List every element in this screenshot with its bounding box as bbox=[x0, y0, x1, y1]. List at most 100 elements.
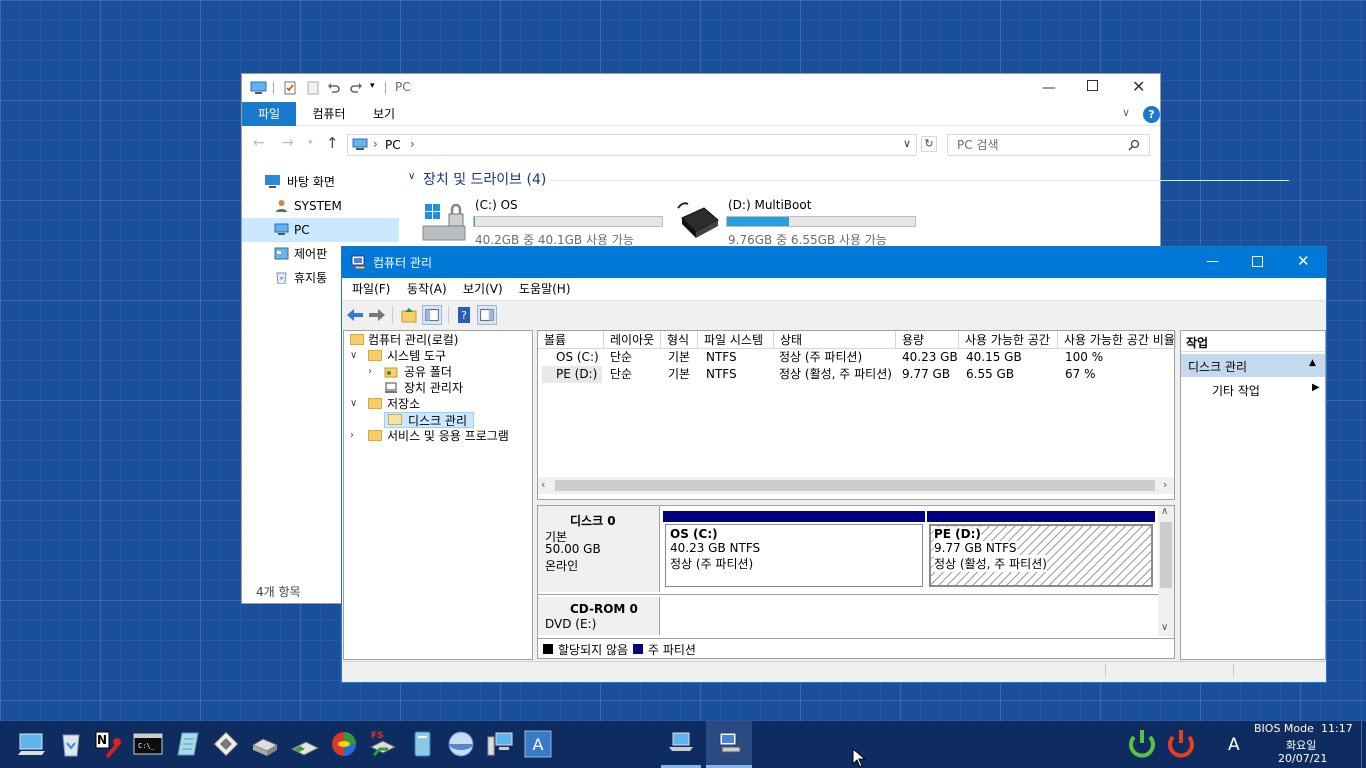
input-method-indicator[interactable]: A bbox=[1228, 735, 1240, 755]
column-header[interactable]: 용량 bbox=[896, 331, 959, 349]
this-pc-icon[interactable] bbox=[17, 729, 47, 759]
scroll-right-icon[interactable]: › bbox=[1163, 478, 1167, 491]
menu-file[interactable]: 파일(F) bbox=[352, 278, 390, 300]
menu-view[interactable]: 보기(V) bbox=[463, 278, 503, 300]
undo-icon[interactable] bbox=[327, 81, 341, 95]
file-sync-icon[interactable]: FS bbox=[368, 729, 398, 759]
clock[interactable]: BIOS Mode 11:17 화요일 20/07/21 bbox=[1248, 722, 1360, 767]
table-row[interactable]: OS (C:) 단순 기본 NTFS 정상 (주 파티션) 40.23 GB 4… bbox=[538, 349, 1174, 366]
section-collapse-icon[interactable]: ∨ bbox=[408, 171, 415, 182]
taskbar-computer-management[interactable] bbox=[706, 721, 752, 768]
table-row[interactable]: PE (D:) 단순 기본 NTFS 정상 (활성, 주 파티션) 9.77 G… bbox=[538, 366, 1174, 383]
disk-utility-icon[interactable] bbox=[446, 729, 476, 759]
drive-c[interactable]: (C:) OS 40.2GB 중 40.1GB 사용 가능 bbox=[419, 196, 669, 247]
tab-computer[interactable]: 컴퓨터 bbox=[304, 102, 354, 126]
drive-d[interactable]: (D:) MultiBoot 9.76GB 중 6.55GB 사용 가능 bbox=[672, 196, 922, 247]
refresh-icon[interactable]: ↻ bbox=[921, 136, 937, 152]
scrollbar-thumb[interactable] bbox=[1160, 522, 1172, 588]
help-book-icon[interactable]: ? bbox=[454, 305, 474, 325]
breadcrumb[interactable]: PC bbox=[385, 138, 401, 152]
back-button[interactable]: ← bbox=[253, 135, 265, 151]
help-icon[interactable]: ? bbox=[1143, 106, 1160, 123]
restart-icon[interactable] bbox=[1125, 727, 1159, 761]
collapse-caret-icon[interactable]: › bbox=[350, 431, 360, 441]
up-folder-icon[interactable] bbox=[399, 305, 419, 325]
tree-disk-management[interactable]: 디스크 관리 bbox=[384, 412, 475, 428]
column-header[interactable]: 상태 bbox=[774, 331, 896, 349]
vertical-scrollbar[interactable]: ∧ ∨ bbox=[1158, 506, 1174, 636]
nav-item-system[interactable]: SYSTEM bbox=[242, 194, 399, 218]
tree-shared-folders[interactable]: › 공유 폴더 bbox=[368, 364, 452, 380]
show-hide-tree-icon[interactable] bbox=[422, 305, 442, 325]
explorer-titlebar[interactable]: ▾ PC — ✕ bbox=[242, 74, 1160, 102]
expand-caret-icon[interactable]: ∨ bbox=[350, 351, 360, 361]
notepad-tool-icon[interactable]: N bbox=[93, 729, 123, 759]
action-more[interactable]: 기타 작업 ▶ bbox=[1181, 379, 1325, 401]
text-editor-icon[interactable]: A bbox=[523, 729, 553, 759]
redo-icon[interactable] bbox=[349, 81, 363, 95]
forward-button[interactable]: → bbox=[282, 135, 294, 151]
collapse-section-icon[interactable]: ▲ bbox=[1309, 358, 1316, 368]
disk-0-info[interactable]: 디스크 0 기본 50.00 GB 온라인 bbox=[538, 506, 660, 592]
shutdown-icon[interactable] bbox=[1164, 727, 1198, 761]
cdrom-0-info[interactable]: CD-ROM 0 DVD (E:) bbox=[538, 597, 660, 635]
minimize-button[interactable]: — bbox=[1042, 80, 1056, 96]
column-header[interactable]: 사용 가능한 공간 bbox=[959, 331, 1058, 349]
recycle-bin-icon[interactable] bbox=[56, 729, 86, 759]
search-input[interactable]: PC 검색 bbox=[947, 134, 1150, 156]
expand-caret-icon[interactable]: ∨ bbox=[350, 399, 360, 409]
horizontal-scrollbar[interactable]: ‹ › bbox=[538, 477, 1174, 494]
address-dropdown-icon[interactable]: ∨ bbox=[903, 137, 911, 150]
forward-arrow-icon[interactable] bbox=[367, 305, 387, 325]
tree-system-tools[interactable]: ∨ 시스템 도구 bbox=[350, 348, 446, 364]
partition-tool-icon[interactable] bbox=[329, 729, 359, 759]
maximize-button[interactable] bbox=[1087, 80, 1098, 91]
scroll-left-icon[interactable]: ‹ bbox=[541, 478, 545, 491]
breadcrumb-separator-icon[interactable]: › bbox=[410, 137, 415, 151]
new-folder-icon[interactable] bbox=[306, 81, 320, 95]
close-button[interactable]: ✕ bbox=[1132, 77, 1145, 96]
tree-device-manager[interactable]: 장치 관리자 bbox=[384, 380, 463, 396]
nav-item-pc[interactable]: PC bbox=[242, 218, 399, 242]
cm-maximize-button[interactable] bbox=[1252, 256, 1263, 267]
drive-tool-icon[interactable] bbox=[250, 729, 280, 759]
back-arrow-icon[interactable] bbox=[345, 305, 365, 325]
scroll-up-icon[interactable]: ∧ bbox=[1161, 506, 1168, 517]
cm-close-button[interactable]: ✕ bbox=[1297, 252, 1310, 270]
scroll-down-icon[interactable]: ∨ bbox=[1161, 622, 1168, 633]
tab-file[interactable]: 파일 bbox=[242, 102, 296, 126]
cm-minimize-button[interactable]: — bbox=[1206, 254, 1219, 269]
actions-section[interactable]: 디스크 관리 ▲ bbox=[1181, 354, 1325, 377]
usb-drive-icon[interactable] bbox=[290, 729, 320, 759]
ribbon-expand-icon[interactable]: ∨ bbox=[1122, 106, 1130, 119]
tree-storage[interactable]: ∨ 저장소 bbox=[350, 396, 420, 412]
nav-item-desktop[interactable]: 바탕 화면 bbox=[242, 170, 399, 194]
tab-view[interactable]: 보기 bbox=[364, 102, 404, 126]
collapse-caret-icon[interactable]: › bbox=[368, 367, 378, 377]
column-header[interactable]: 형식 bbox=[661, 331, 698, 349]
properties-icon[interactable] bbox=[283, 81, 297, 95]
document-icon[interactable] bbox=[407, 729, 437, 759]
cm-titlebar[interactable]: 컴퓨터 관리 — ✕ bbox=[342, 247, 1326, 278]
show-desktop-button[interactable] bbox=[1361, 721, 1366, 768]
column-header[interactable]: 사용 가능한 공간 비율 bbox=[1058, 331, 1176, 349]
customize-qat-icon[interactable]: ▾ bbox=[370, 81, 375, 91]
taskbar-explorer[interactable] bbox=[659, 721, 703, 768]
network-computer-icon[interactable] bbox=[485, 729, 515, 759]
tree-root[interactable]: 컴퓨터 관리(로컬) bbox=[348, 332, 458, 348]
column-header[interactable]: 레이아웃 bbox=[604, 331, 661, 349]
menu-help[interactable]: 도움말(H) bbox=[519, 278, 571, 300]
computer-management-window[interactable]: 컴퓨터 관리 — ✕ 파일(F) 동작(A) 보기(V) 도움말(H) ? 컴퓨… bbox=[341, 246, 1327, 683]
address-bar[interactable]: › PC › ∨ bbox=[347, 134, 917, 156]
column-header[interactable]: 볼륨 bbox=[538, 331, 604, 349]
command-prompt-icon[interactable]: C:\_ bbox=[133, 729, 163, 759]
partition-c[interactable]: OS (C:) 40.23 GB NTFS 정상 (주 파티션) bbox=[663, 511, 925, 591]
recent-locations-icon[interactable]: ▾ bbox=[308, 138, 313, 148]
column-header[interactable]: 파일 시스템 bbox=[698, 331, 774, 349]
menu-action[interactable]: 동작(A) bbox=[407, 278, 447, 300]
scrollbar-thumb[interactable] bbox=[555, 480, 1155, 491]
notes-icon[interactable] bbox=[172, 729, 202, 759]
partition-d[interactable]: PE (D:) 9.77 GB NTFS 정상 (활성, 주 파티션) bbox=[927, 511, 1155, 591]
registry-tool-icon[interactable] bbox=[211, 729, 241, 759]
up-button[interactable]: ↑ bbox=[326, 134, 339, 152]
